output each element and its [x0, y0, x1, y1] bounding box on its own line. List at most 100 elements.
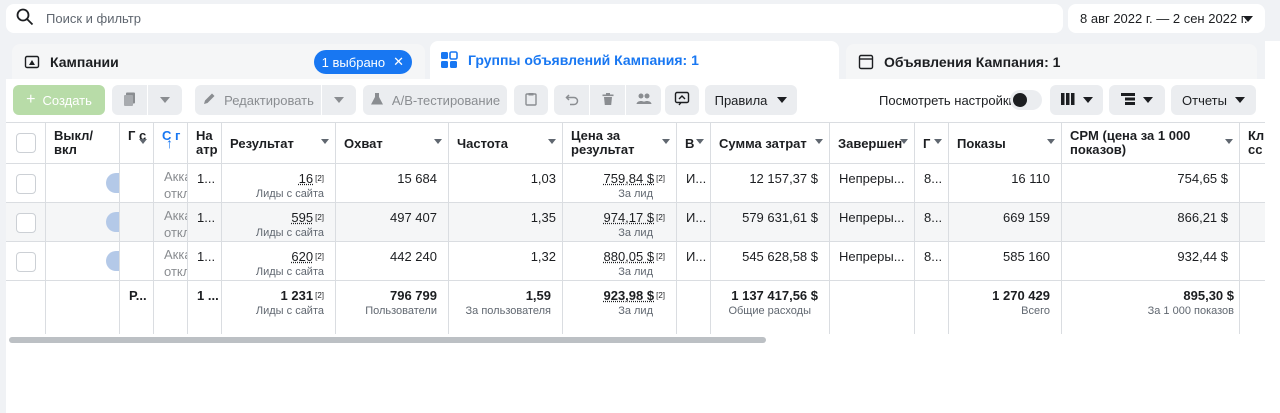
edit-dropdown-button[interactable]: [322, 85, 356, 115]
row-cost-per-result: 880,05 $ [2] За лид: [563, 242, 677, 280]
header-attribution[interactable]: На атр: [188, 123, 222, 163]
duplicate-button[interactable]: [112, 85, 147, 115]
select-all-checkbox[interactable]: [16, 133, 36, 153]
row-result: 595 [2] Лиды с сайта: [222, 203, 336, 241]
header-onoff[interactable]: Выкл/ вкл: [46, 123, 120, 163]
totals-cell-empty: [1240, 281, 1265, 334]
edit-button[interactable]: Редактировать: [195, 85, 321, 115]
tab-campaigns-label: Кампании: [50, 53, 119, 70]
table-row[interactable]: Акка откл 1... 620[2]Лиды с сайта 442 24…: [6, 242, 1265, 281]
tab-ad-sets[interactable]: Группы объявлений Кампания: 1: [430, 41, 839, 79]
header-col-1[interactable]: Г с: [120, 123, 154, 163]
ab-test-button[interactable]: A/B-тестирование: [363, 85, 507, 115]
row-cpm: 932,44 $: [1062, 242, 1240, 280]
header-reach-label: Охват: [344, 136, 383, 151]
header-impressions[interactable]: Показы: [949, 123, 1062, 163]
columns-dropdown[interactable]: [1050, 85, 1103, 115]
row-col-1: [120, 164, 154, 202]
search-icon: [16, 8, 34, 29]
row-checkbox[interactable]: [16, 213, 36, 233]
table-row[interactable]: Акка откл 1... 16[2]Лиды с сайта 15 684 …: [6, 164, 1265, 203]
delete-button[interactable]: [590, 85, 625, 115]
header-frequency[interactable]: Частота: [449, 123, 563, 163]
totals-cpr-value: 923,98 $: [603, 288, 655, 303]
create-button[interactable]: + Создать: [13, 85, 105, 115]
close-icon[interactable]: ✕: [393, 54, 404, 70]
header-col-2[interactable]: С г ↑: [154, 123, 188, 163]
header-amount-spent-label: Сумма затрат: [719, 136, 807, 151]
row-onoff-toggle[interactable]: [106, 251, 119, 271]
create-label: Создать: [42, 92, 92, 108]
row-select-cell: [6, 242, 46, 280]
header-ends[interactable]: Завершен: [830, 123, 915, 163]
row-result-sub: Лиды с сайта: [255, 188, 324, 200]
row-col-1: [120, 242, 154, 280]
date-range-picker[interactable]: 8 авг 2022 г. — 2 сен 2022 г.: [1068, 4, 1265, 33]
sort-up-icon: ↑: [166, 135, 173, 151]
row-select-cell: [6, 203, 46, 241]
totals-row: Р... 1 ... 1 231 [2] Лиды с сайта 796 799 П…: [6, 281, 1265, 334]
header-reach[interactable]: Охват: [336, 123, 449, 163]
header-col-9[interactable]: В: [677, 123, 711, 163]
totals-result-value: 1 231: [280, 288, 314, 303]
totals-reach-value: 796 799: [390, 288, 437, 303]
reports-dropdown[interactable]: Отчеты: [1171, 85, 1256, 115]
tab-campaigns[interactable]: Кампании 1 выбрано ✕: [12, 44, 425, 79]
tab-ads-label: Объявления Кампания: 1: [884, 53, 1061, 70]
sort-icon: [934, 139, 942, 144]
row-result-sub: Лиды с сайта: [255, 227, 324, 239]
audience-button[interactable]: [626, 85, 661, 115]
selected-count-badge[interactable]: 1 выбрано ✕: [313, 50, 412, 74]
header-cpm-label: CPM (цена за 1 000 показов): [1070, 128, 1191, 157]
header-result-label: Результат: [230, 136, 294, 151]
header-amount-spent[interactable]: Сумма затрат: [711, 123, 830, 163]
toolbar: + Создать Редактировать A/B-тестирование: [6, 79, 1265, 122]
totals-spent-sub: Общие расходы: [728, 305, 811, 317]
footnote-marker: [2]: [656, 213, 665, 222]
totals-cpr-sub: За лид: [618, 305, 653, 317]
table-row[interactable]: Акка откл 1... 595[2]Лиды с сайта 497 40…: [6, 203, 1265, 242]
sort-icon: [434, 139, 442, 144]
row-col-15: [1240, 242, 1265, 280]
totals-attribution: 1 ...: [188, 281, 222, 334]
header-col-12[interactable]: Г: [915, 123, 949, 163]
search-input[interactable]: Поиск и фильтр: [6, 4, 1063, 33]
share-button[interactable]: [665, 85, 699, 115]
totals-cell-empty: [154, 281, 188, 334]
row-select-cell: [6, 164, 46, 202]
duplicate-dropdown-button[interactable]: [148, 85, 182, 115]
row-cpr-sub: За лид: [618, 266, 653, 278]
row-checkbox[interactable]: [16, 252, 36, 272]
header-attribution-label: На атр: [196, 128, 218, 157]
row-impressions: 585 160: [949, 242, 1062, 280]
row-cpr-value: 880,05 $: [603, 249, 655, 264]
totals-result-sub: Лиды с сайта: [255, 305, 324, 317]
row-onoff-toggle[interactable]: [106, 212, 119, 232]
row-onoff-cell: [46, 242, 120, 280]
header-cost-per-result[interactable]: Цена за результат: [563, 123, 677, 163]
row-cpm: 866,21 $: [1062, 203, 1240, 241]
header-result[interactable]: Результат: [222, 123, 336, 163]
row-onoff-toggle[interactable]: [106, 173, 119, 193]
row-cpr-value: 759,84 $: [603, 171, 655, 186]
grid-icon: [440, 51, 458, 69]
selected-count-label: 1 выбрано: [321, 54, 386, 70]
clipboard-button[interactable]: [514, 85, 548, 115]
chevron-down-icon: [160, 97, 170, 103]
row-col-15: [1240, 164, 1265, 202]
row-checkbox[interactable]: [16, 174, 36, 194]
horizontal-scrollbar[interactable]: [9, 337, 766, 343]
breakdown-dropdown[interactable]: [1109, 85, 1165, 115]
rules-dropdown[interactable]: Правила: [705, 85, 797, 115]
row-ends: Непреры...: [830, 242, 915, 280]
row-cost-per-result: 759,84 $ [2] За лид: [563, 164, 677, 202]
view-settings-toggle[interactable]: [1010, 90, 1042, 110]
header-col-15[interactable]: Кл сс: [1240, 123, 1265, 163]
tab-ads[interactable]: Объявления Кампания: 1: [846, 44, 1257, 79]
row-cpr-value: 974,17 $: [603, 210, 655, 225]
ab-test-label: A/B-тестирование: [391, 92, 501, 108]
totals-result: 1 231 [2] Лиды с сайта: [222, 281, 336, 334]
undo-button[interactable]: [554, 85, 589, 115]
totals-cpm-sub: За 1 000 показов: [1147, 305, 1234, 317]
header-cpm[interactable]: CPM (цена за 1 000 показов): [1062, 123, 1240, 163]
